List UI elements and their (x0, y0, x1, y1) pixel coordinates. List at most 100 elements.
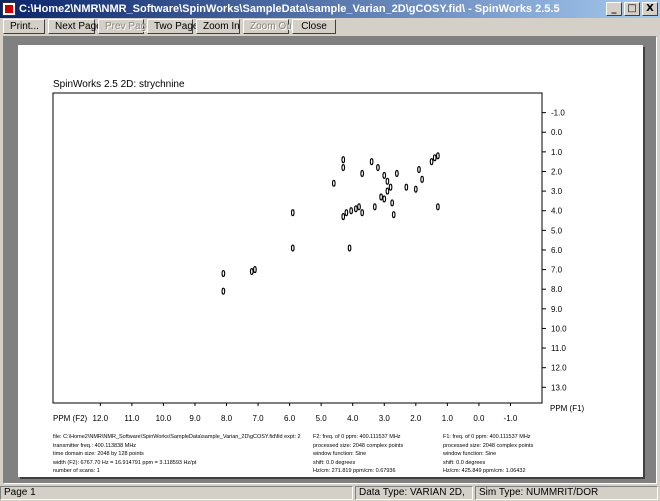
toolbar: Print... Next Page Prev Page Two Page Zo… (0, 18, 660, 35)
status-data-type: Data Type: VARIAN 2D, (355, 486, 473, 500)
close-button[interactable]: Close (292, 19, 336, 34)
f2-processing-info: F2: freq. of 0 ppm: 400.111537 MHz proce… (313, 433, 403, 476)
y-tick-label: 11.0 (551, 344, 567, 353)
cross-peak (382, 195, 387, 203)
info-line: Hz/cm: 271.819 ppm/cm: 0.67936 (313, 468, 396, 474)
y-axis-label: PPM (F1) (550, 404, 585, 413)
y-tick-label: 0.0 (551, 128, 563, 137)
info-line: processed size: 2048 complex points (313, 442, 404, 449)
x-tick-label: 0.0 (473, 414, 485, 423)
x-tick-label: 8.0 (221, 414, 233, 423)
plot-frame (52, 92, 543, 404)
cross-peak (349, 207, 353, 215)
two-page-button[interactable]: Two Page (147, 19, 198, 34)
cross-peak (354, 205, 358, 213)
x-tick-label: 10.0 (156, 414, 172, 423)
cross-peak (385, 177, 390, 185)
cross-peak (360, 209, 365, 217)
info-line: shift: 0.0 degrees (443, 459, 486, 466)
cross-peak (221, 269, 226, 278)
acquisition-info: file: C:\Home2\NMR\NMR_Software\SpinWork… (53, 433, 301, 476)
y-tick-label: 10.0 (551, 324, 567, 333)
info-line: shift: 0.0 degrees (313, 459, 356, 466)
info-line: number of scans: 1 (53, 468, 100, 474)
info-line: file: C:\Home2\NMR\NMR_Software\SpinWork… (53, 434, 301, 440)
info-line: window function: Sine (313, 451, 367, 457)
y-tick-label: 6.0 (551, 246, 563, 255)
cross-peak (436, 152, 440, 160)
x-tick-label: -1.0 (504, 414, 518, 423)
cosy-plot: PPM (F2) PPM (F1) 12.0 11.0 10.0 9.0 8.0 7.0 6… (52, 92, 585, 423)
cross-peak (253, 266, 257, 274)
cross-peak (429, 158, 434, 166)
y-tick-label: 13.0 (551, 383, 567, 392)
cross-peak (331, 179, 336, 187)
info-line: window function: Sine (443, 451, 497, 457)
y-tick-label: 12.0 (551, 364, 567, 373)
x-tick-label: 2.0 (410, 414, 422, 423)
info-line: Hz/cm: 425.849 ppm/cm: 1.06432 (443, 468, 526, 474)
cross-peak (369, 158, 374, 166)
cross-peak (390, 199, 394, 207)
print-preview-area[interactable]: SpinWorks 2.5 2D: strychnine PPM (F2) PP… (3, 36, 657, 484)
cross-peak (372, 203, 377, 211)
cross-peak (360, 169, 365, 177)
status-sim-type: Sim Type: NUMMRIT/DOR (475, 486, 658, 500)
cross-peak (221, 287, 226, 295)
minimize-button[interactable]: _ (606, 2, 622, 16)
status-bar: Page 1 Data Type: VARIAN 2D, Sim Type: N… (0, 486, 660, 501)
cross-peak (420, 175, 424, 183)
x-tick-label: 5.0 (316, 414, 328, 423)
cross-peak (432, 154, 437, 162)
cross-peak (385, 187, 390, 195)
cross-peak (382, 171, 387, 179)
x-tick-label: 1.0 (442, 414, 454, 423)
prev-page-button[interactable]: Prev Page (98, 19, 152, 34)
cross-peak (404, 183, 409, 191)
cross-peak (379, 193, 383, 201)
info-line: F1: freq. of 0 ppm: 400.111537 MHz (443, 434, 531, 440)
info-line: transmitter freq.: 400.113838 MHz (53, 442, 137, 449)
y-tick-label: 9.0 (551, 305, 563, 314)
cross-peak (391, 211, 396, 219)
cross-peak (341, 164, 346, 172)
x-tick-label: 3.0 (379, 414, 391, 423)
maximize-button[interactable]: □ (624, 2, 640, 16)
cross-peak (395, 169, 399, 177)
y-tick-label: 5.0 (551, 226, 563, 235)
info-line: processed size: 2048 complex points (443, 442, 534, 449)
app-icon (2, 2, 16, 16)
y-tick-label: 8.0 (551, 285, 563, 294)
cross-peak (436, 203, 440, 211)
cross-peak (344, 209, 349, 217)
cross-peak (347, 244, 352, 252)
close-window-button[interactable]: X (642, 2, 658, 16)
y-tick-label: 2.0 (551, 167, 563, 176)
y-tick-label: 3.0 (551, 187, 563, 196)
x-tick-label: 9.0 (189, 414, 201, 423)
y-tick-label: 1.0 (551, 148, 563, 157)
preview-page: SpinWorks 2.5 2D: strychnine PPM (F2) PP… (18, 45, 643, 477)
y-tick-label: 4.0 (551, 207, 563, 216)
y-tick-label: -1.0 (551, 109, 565, 118)
title-bar: C:\Home2\NMR\NMR_Software\SpinWorks\Samp… (0, 0, 660, 18)
cross-peak (357, 203, 361, 211)
cross-peak (417, 165, 421, 174)
print-button[interactable]: Print... (3, 19, 45, 34)
f1-processing-info: F1: freq. of 0 ppm: 400.111537 MHz proce… (443, 433, 533, 476)
cross-peak (413, 185, 418, 193)
zoom-in-button[interactable]: Zoom In (196, 19, 240, 34)
next-page-button[interactable]: Next Page (48, 19, 102, 34)
info-line: width (F2): 6767.70 Hz = 16.914791 ppm =… (53, 459, 197, 466)
x-tick-label: 11.0 (124, 414, 140, 423)
x-tick-label: 7.0 (253, 414, 265, 423)
cross-peak (341, 156, 346, 164)
cross-peak (341, 213, 346, 221)
x-tick-label: 4.0 (347, 414, 359, 423)
zoom-out-button[interactable]: Zoom Out (243, 19, 294, 34)
window-title: C:\Home2\NMR\NMR_Software\SpinWorks\Samp… (19, 3, 560, 15)
x-tick-label: 6.0 (284, 414, 296, 423)
info-line: F2: freq. of 0 ppm: 400.111537 MHz (313, 434, 401, 440)
info-line: time domain size: 2048 by 128 points (53, 451, 144, 457)
cross-peak (388, 183, 393, 191)
